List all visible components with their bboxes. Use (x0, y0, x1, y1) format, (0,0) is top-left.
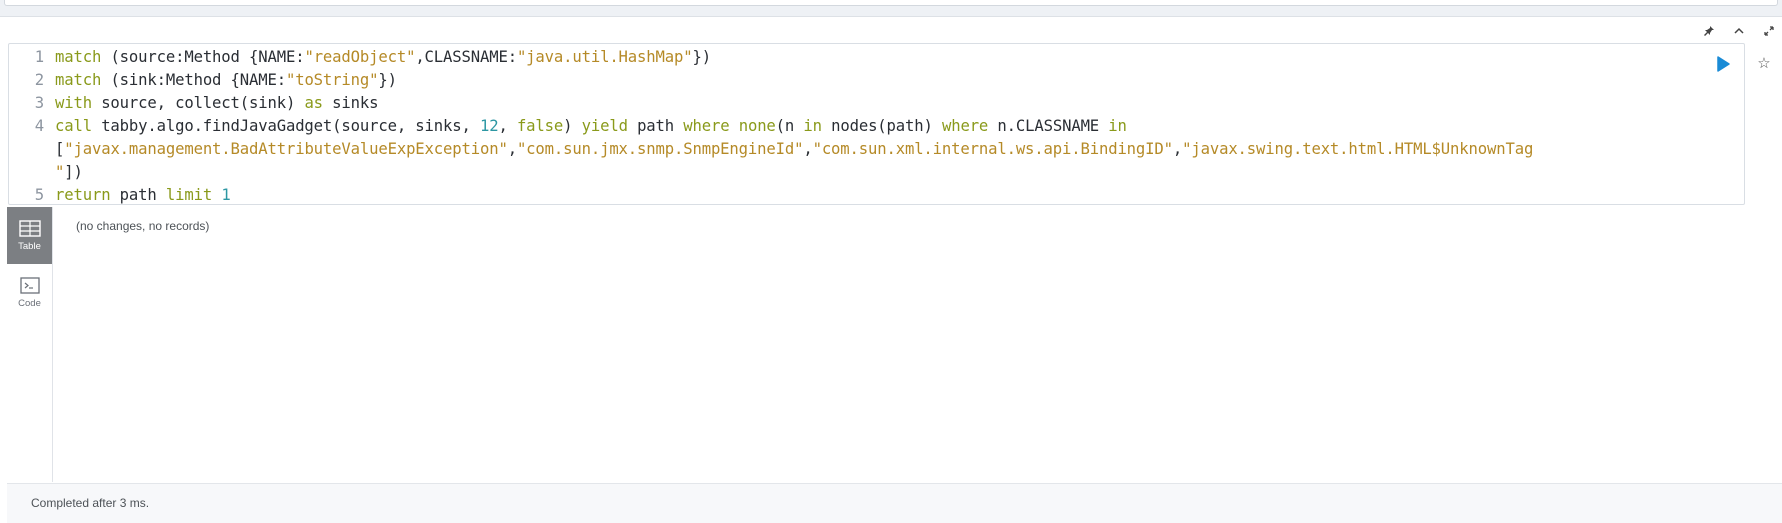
view-label: Code (18, 297, 41, 309)
keyword-token: with (55, 93, 92, 112)
code-token: source, collect(sink) (91, 93, 305, 112)
top-editor-bar (0, 0, 1782, 16)
number-token: 1 (221, 185, 231, 204)
keyword-token: none (738, 116, 776, 135)
code-token: , (498, 116, 517, 135)
code-token: ) (563, 116, 582, 135)
code-text: with source, collect(sink) as sinks (55, 93, 379, 112)
line-number: 5 (34, 185, 44, 204)
result-message: (no changes, no records) (76, 219, 210, 233)
code-token: path (110, 185, 166, 204)
keyword-token: where (683, 116, 730, 135)
query-editor[interactable]: 1 match (source:Method {NAME:"readObject… (8, 43, 1745, 205)
expand-icon[interactable] (1760, 22, 1778, 40)
view-switcher: Table Code (7, 207, 53, 482)
star-icon[interactable]: ☆ (1755, 55, 1773, 73)
string-token: "java.util.HashMap" (516, 47, 693, 66)
line-number: 3 (34, 93, 44, 112)
code-token: (n (775, 116, 804, 135)
chevron-up-icon[interactable] (1730, 22, 1748, 40)
code-token: n.CLASSNAME (988, 116, 1109, 135)
keyword-token: match (55, 47, 102, 66)
keyword-token: as (304, 93, 323, 112)
string-token: "javax.management.BadAttributeValueExpEx… (64, 139, 508, 158)
line-number: 4 (34, 116, 44, 135)
line-number: 1 (34, 47, 44, 66)
code-token: , (1172, 139, 1183, 158)
code-text: return path limit 1 (55, 186, 231, 204)
code-token: }) (692, 47, 711, 66)
play-icon[interactable] (1714, 55, 1732, 73)
status-text: Completed after 3 ms. (31, 496, 150, 510)
view-label: Table (18, 240, 41, 252)
table-icon (18, 219, 41, 237)
code-token: path (627, 116, 684, 135)
keyword-token: return (55, 185, 111, 204)
keyword-token: false (516, 116, 564, 135)
view-code-button[interactable]: Code (7, 264, 52, 321)
code-text: "]) (55, 163, 83, 181)
main-query-input[interactable] (4, 0, 1778, 6)
code-token: ,CLASSNAME: (415, 47, 517, 66)
string-token: "com.sun.xml.internal.ws.api.BindingID" (812, 139, 1173, 158)
keyword-token: in (1108, 116, 1127, 135)
frame-controls (1700, 22, 1782, 40)
string-token: "javax.swing.text.html.HTML$UnknownTag (1182, 139, 1534, 158)
keyword-token: limit (165, 185, 213, 204)
code-token: ]) (64, 162, 83, 181)
status-bar: Completed after 3 ms. (7, 483, 1782, 523)
string-token: "readObject" (304, 47, 416, 66)
terminal-icon (19, 276, 40, 294)
view-table-button[interactable]: Table (7, 207, 52, 264)
pin-icon[interactable] (1700, 22, 1718, 40)
number-token: 12 (479, 116, 499, 135)
code-text: call tabby.algo.findJavaGadget(source, s… (55, 117, 1127, 135)
keyword-token: yield (581, 116, 628, 135)
string-token: " (55, 162, 65, 181)
code-token: [ (55, 139, 65, 158)
code-token: , (507, 139, 517, 158)
keyword-token: in (803, 116, 822, 135)
code-text: match (source:Method {NAME:"readObject",… (55, 48, 711, 66)
string-token: "com.sun.jmx.snmp.SnmpEngineId" (516, 139, 804, 158)
code-token: tabby.algo.findJavaGadget(source, sinks, (91, 116, 480, 135)
code-text: match (sink:Method {NAME:"toString"}) (55, 71, 397, 89)
keyword-token: where (941, 116, 989, 135)
keyword-token: call (55, 116, 92, 135)
code-token: (source:Method {NAME: (101, 47, 305, 66)
code-token: , (803, 139, 813, 158)
line-number: 2 (34, 70, 44, 89)
keyword-token: match (55, 70, 102, 89)
code-token: nodes(path) (821, 116, 942, 135)
string-token: "toString" (285, 70, 379, 89)
code-token: sinks (322, 93, 379, 112)
code-token: (sink:Method {NAME: (101, 70, 286, 89)
code-token: }) (378, 70, 397, 89)
code-text: ["javax.management.BadAttributeValueExpE… (55, 140, 1533, 158)
